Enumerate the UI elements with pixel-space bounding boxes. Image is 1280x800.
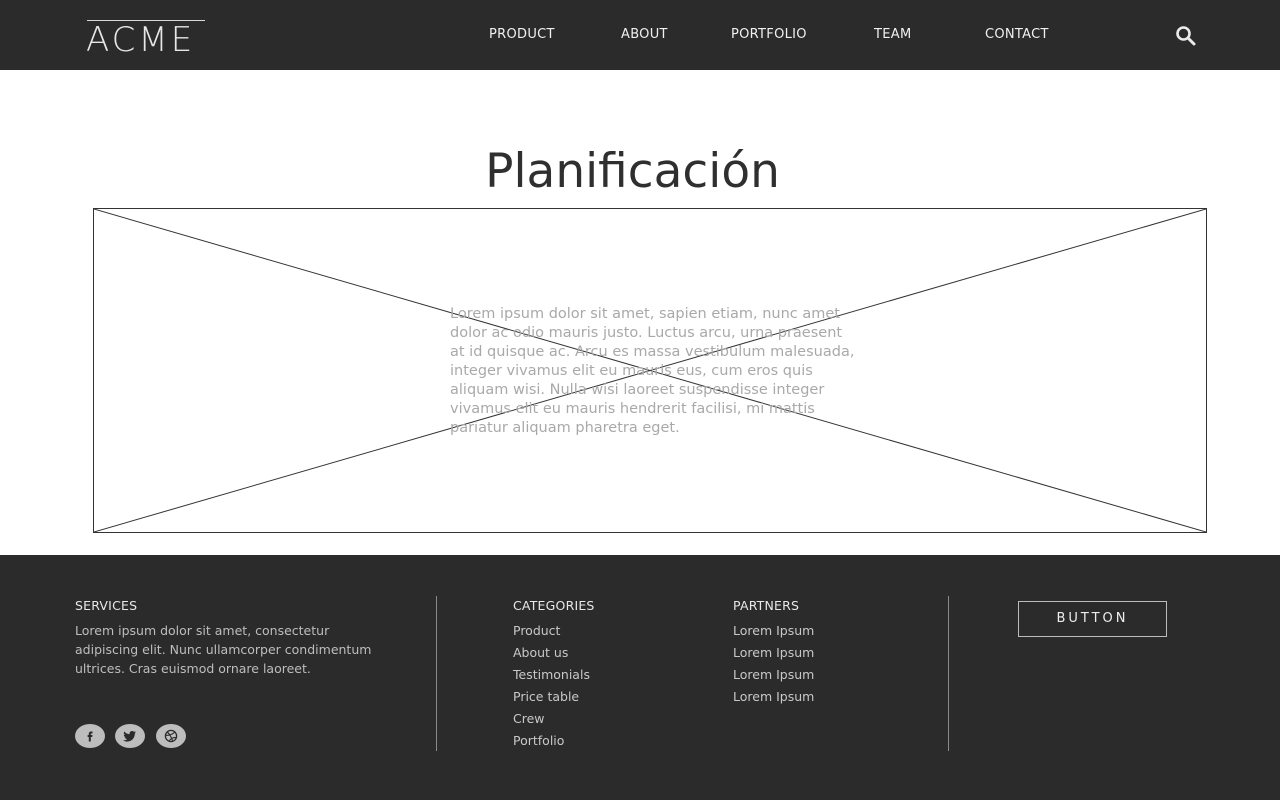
category-link-portfolio[interactable]: Portfolio [513, 733, 564, 749]
nav-team[interactable]: TEAM [874, 27, 911, 43]
twitter-icon[interactable] [115, 724, 145, 748]
nav-portfolio[interactable]: PORTFOLIO [731, 27, 807, 43]
category-link-testimonials[interactable]: Testimonials [513, 667, 590, 683]
site-footer: SERVICES Lorem ipsum dolor sit amet, con… [0, 555, 1280, 800]
logo-text: ACME [86, 20, 196, 60]
search-icon[interactable] [1175, 25, 1197, 47]
category-link-about-us[interactable]: About us [513, 645, 568, 661]
partner-link[interactable]: Lorem Ipsum [733, 645, 814, 661]
partner-link[interactable]: Lorem Ipsum [733, 689, 814, 705]
nav-contact[interactable]: CONTACT [985, 27, 1049, 43]
services-text: Lorem ipsum dolor sit amet, consectetur … [75, 623, 372, 676]
footer-divider-right [948, 596, 949, 751]
acme-logo[interactable]: ACME [86, 20, 205, 60]
body-paragraph: Lorem ipsum dolor sit amet, sapien etiam… [450, 306, 855, 436]
partner-link[interactable]: Lorem Ipsum [733, 623, 814, 639]
categories-heading: CATEGORIES [513, 598, 595, 613]
nav-product[interactable]: PRODUCT [489, 27, 555, 43]
page-title: Planificación [485, 144, 780, 199]
partner-link[interactable]: Lorem Ipsum [733, 667, 814, 683]
site-header: ACME PRODUCT ABOUT PORTFOLIO TEAM CONTAC… [0, 0, 1280, 70]
category-link-product[interactable]: Product [513, 623, 560, 639]
partners-heading: PARTNERS [733, 598, 800, 613]
facebook-icon[interactable] [75, 724, 105, 748]
nav-about[interactable]: ABOUT [621, 27, 668, 43]
dribbble-icon[interactable] [156, 724, 186, 748]
category-link-price-table[interactable]: Price table [513, 689, 579, 705]
footer-divider-left [436, 596, 437, 751]
category-link-crew[interactable]: Crew [513, 711, 545, 727]
services-heading: SERVICES [75, 598, 138, 613]
footer-button[interactable]: BUTTON [1018, 601, 1167, 637]
